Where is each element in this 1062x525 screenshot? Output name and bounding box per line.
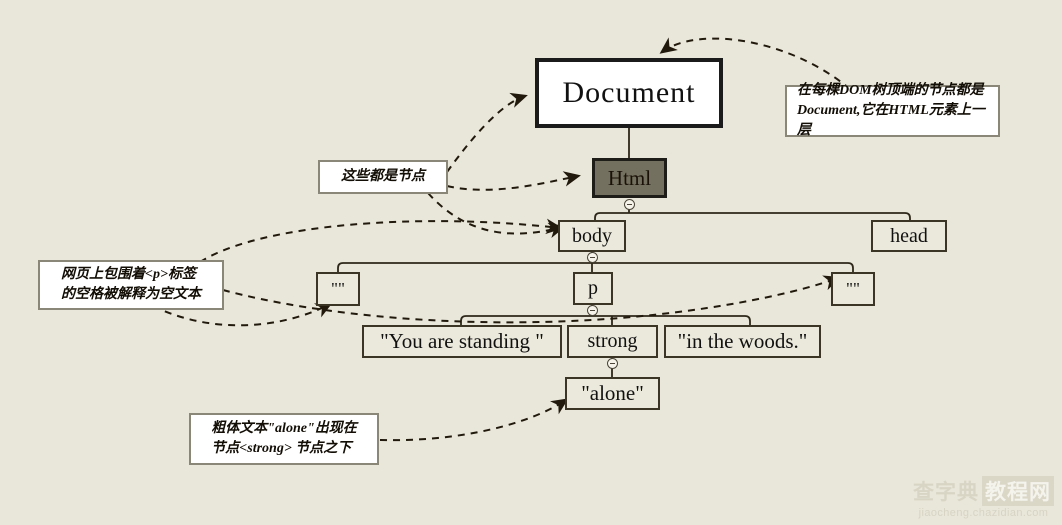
node-html-label: Html [607, 165, 652, 190]
note-alone-line-2: 节点<strong> 节点之下 [211, 441, 352, 456]
collapse-knob-strong[interactable] [607, 358, 618, 369]
watermark-brand-right: 教程网 [982, 476, 1054, 506]
note-these-are-nodes-line-1: 这些都是节点 [341, 168, 425, 184]
watermark-url: jiaocheng.chazidian.com [918, 507, 1049, 519]
node-document-label: Document [562, 76, 696, 109]
node-text-in-the-woods-label: "in the woods." [677, 329, 808, 353]
node-text-alone[interactable]: "alone" [565, 377, 660, 410]
collapse-knob-html[interactable] [624, 199, 635, 210]
node-p-label: p [588, 277, 598, 299]
note-empty-text-line-2: 的空格被解释为空文本 [61, 287, 201, 302]
annotation-leaders [152, 37, 861, 442]
note-alone-line-1: 粗体文本"alone"出现在 [211, 420, 357, 436]
note-alone: 粗体文本"alone"出现在 节点<strong> 节点之下 [189, 413, 379, 465]
node-p[interactable]: p [573, 272, 613, 305]
collapse-knob-body[interactable] [587, 252, 598, 263]
note-document-line-2: Document,它在HTML元素上一层 [797, 102, 985, 139]
note-document: 在每棵DOM树顶端的节点都是 Document,它在HTML元素上一层 [785, 83, 1000, 138]
node-empty-text-right-label: "" [846, 279, 860, 298]
note-empty-text-line-1: 网页上包围着<p>标签 [61, 266, 196, 282]
node-body-label: body [572, 224, 612, 247]
watermark-brand: 查字典 教程网 [913, 476, 1054, 506]
watermark: 查字典 教程网 jiaocheng.chazidian.com [913, 476, 1054, 519]
note-empty-text: 网页上包围着<p>标签 的空格被解释为空文本 [38, 260, 224, 310]
node-strong[interactable]: strong [567, 325, 658, 358]
node-html[interactable]: Html [592, 158, 667, 198]
node-text-you-are-standing-label: "You are standing " [380, 329, 544, 353]
node-empty-text-left-label: "" [331, 279, 345, 298]
node-body[interactable]: body [558, 220, 626, 252]
watermark-brand-left: 查字典 [913, 481, 979, 504]
node-strong-label: strong [587, 330, 638, 352]
node-empty-text-left[interactable]: "" [316, 272, 360, 306]
collapse-knob-p[interactable] [587, 305, 598, 316]
note-these-are-nodes: 这些都是节点 [318, 160, 448, 194]
note-document-line-1: 在每棵DOM树顶端的节点都是 [797, 82, 984, 98]
diagram-canvas: Document Html body head "" p "" "You are… [0, 0, 1062, 525]
node-text-in-the-woods[interactable]: "in the woods." [664, 325, 821, 358]
node-head[interactable]: head [871, 220, 947, 252]
node-head-label: head [890, 224, 928, 247]
node-document[interactable]: Document [535, 58, 723, 128]
node-text-alone-label: "alone" [581, 381, 644, 405]
node-text-you-are-standing[interactable]: "You are standing " [362, 325, 562, 358]
node-empty-text-right[interactable]: "" [831, 272, 875, 306]
